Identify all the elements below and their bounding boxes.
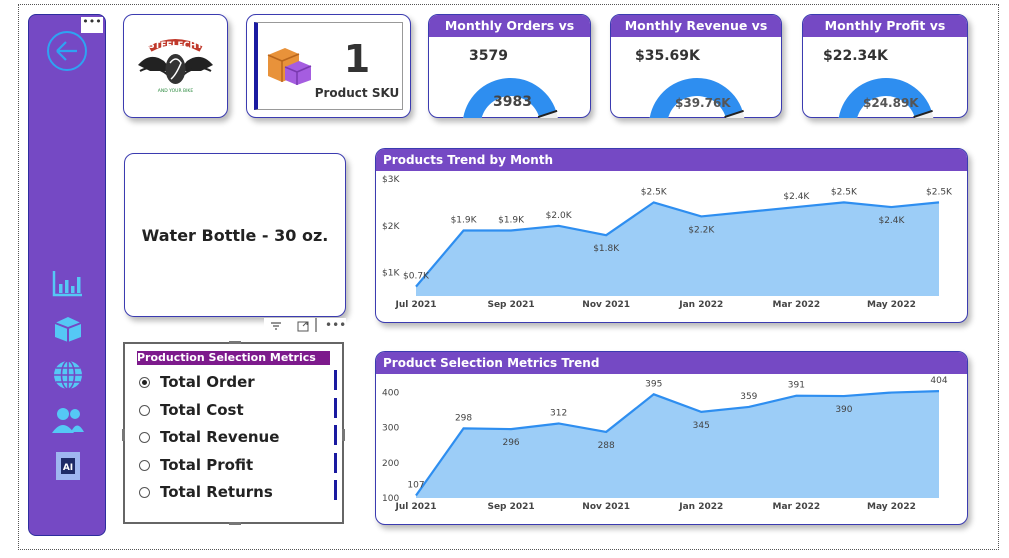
y-tick-label: 400 (382, 389, 399, 399)
svg-text:AI: AI (63, 463, 73, 473)
sku-count: 1 (343, 37, 371, 81)
navigation-sidebar: ••• AI (28, 14, 106, 536)
back-arrow-icon[interactable] (47, 31, 87, 71)
filter-icon[interactable] (270, 320, 282, 335)
globe-icon[interactable] (51, 359, 85, 390)
monthly-revenue-gauge-card: Monthly Revenue vs Target $35.69K $39.76… (610, 14, 782, 118)
focus-mode-icon[interactable] (297, 320, 309, 335)
x-tick-label: Jul 2021 (394, 300, 436, 310)
products-trend-chart-card: Products Trend by Month $0.7K $1.9K $1.9K $… (375, 148, 968, 323)
data-label: 107 (407, 481, 424, 491)
data-label: $0.7K (403, 272, 430, 282)
data-label: 404 (930, 376, 947, 386)
resize-handle[interactable] (122, 429, 125, 441)
y-tick-label: $3K (382, 175, 400, 185)
steelecht-logo: STEELECHT AND YOUR BIKE (138, 39, 213, 94)
data-label: $2.2K (688, 225, 715, 235)
data-label: 395 (645, 379, 662, 389)
radio-icon[interactable] (139, 459, 150, 471)
y-tick-label: 200 (382, 459, 399, 469)
data-label: 288 (598, 441, 615, 451)
data-label: 345 (693, 421, 710, 431)
metric-option-total-revenue[interactable]: Total Revenue (139, 427, 279, 447)
x-tick-label: Nov 2021 (582, 502, 630, 512)
data-label: 359 (740, 392, 757, 402)
package-icon (267, 48, 312, 85)
gauge-target: $24.89K (863, 96, 919, 110)
metric-option-total-cost[interactable]: Total Cost (139, 400, 244, 420)
radio-icon[interactable] (139, 431, 150, 443)
more-options-button[interactable]: ••• (81, 16, 103, 33)
ai-icon[interactable]: AI (51, 450, 85, 480)
products-trend-chart: $0.7K $1.9K $1.9K $2.0K $1.8K $2.5K $2.2K $2.4K… (382, 175, 953, 310)
visual-header-toolbar: ••• (264, 318, 346, 338)
users-icon[interactable] (51, 405, 85, 435)
product-sku-card: 1 Product SKU (246, 14, 411, 118)
bar-chart-icon[interactable] (51, 268, 85, 298)
radio-icon[interactable] (139, 486, 150, 498)
more-options-button[interactable]: ••• (325, 318, 346, 332)
x-tick-label: Nov 2021 (582, 300, 630, 310)
data-label: $2.5K (926, 187, 953, 197)
data-label: 391 (788, 381, 805, 391)
data-label: 390 (835, 405, 852, 415)
y-tick-label: 300 (382, 424, 399, 434)
metrics-trend-chart-card: Product Selection Metrics Trend 107 298 29… (375, 351, 968, 525)
gauge-value: $22.34K (823, 48, 888, 64)
y-tick-label: $1K (382, 269, 400, 279)
resize-handle[interactable] (229, 341, 241, 344)
data-label: 296 (502, 438, 519, 448)
x-tick-label: Jul 2021 (394, 502, 436, 512)
resize-handle[interactable] (342, 429, 345, 441)
metric-option-total-profit[interactable]: Total Profit (139, 455, 253, 475)
gauge-value: $35.69K (635, 48, 700, 64)
box-icon[interactable] (51, 313, 85, 343)
x-tick-label: Jan 2022 (678, 502, 723, 512)
x-tick-label: Jan 2022 (678, 300, 723, 310)
y-tick-label: $2K (382, 222, 400, 232)
gauge-target: 3983 (493, 94, 532, 110)
selected-product-card: Water Bottle - 30 oz. (124, 153, 346, 317)
svg-text:AND YOUR BIKE: AND YOUR BIKE (158, 88, 194, 94)
metric-option-total-order[interactable]: Total Order (139, 372, 255, 392)
monthly-orders-gauge-card: Monthly Orders vs Target 3579 3983 (428, 14, 591, 118)
data-label: $1.8K (593, 244, 620, 254)
gauge-target: $39.76K (675, 96, 731, 110)
radio-icon[interactable] (139, 404, 150, 416)
svg-text:STEELECHT: STEELECHT (149, 41, 203, 51)
resize-handle[interactable] (229, 522, 241, 525)
x-tick-label: Sep 2021 (487, 502, 534, 512)
metrics-trend-chart: 1072982963122883953453593913904041002003… (382, 376, 948, 512)
x-tick-label: May 2022 (867, 502, 916, 512)
radio-selected-icon[interactable] (139, 376, 150, 388)
data-label: $2.5K (831, 187, 858, 197)
x-tick-label: Sep 2021 (487, 300, 534, 310)
data-label: 312 (550, 408, 567, 418)
metric-slicer: Production Selection Metrics Total Order… (122, 341, 345, 525)
gauge-value: 3579 (469, 48, 508, 64)
x-tick-label: Mar 2022 (773, 300, 821, 310)
sku-label: Product SKU (314, 86, 400, 100)
x-tick-label: May 2022 (867, 300, 916, 310)
data-label: $2.4K (878, 216, 905, 226)
data-label: $2.5K (641, 187, 668, 197)
data-label: $2.0K (546, 211, 573, 221)
data-label: 298 (455, 413, 472, 423)
slicer-title: Production Selection Metrics (137, 351, 330, 365)
area-fill (416, 391, 939, 498)
logo-card: STEELECHT AND YOUR BIKE (123, 14, 228, 118)
product-name: Water Bottle - 30 oz. (141, 226, 329, 245)
data-label: $1.9K (498, 215, 525, 225)
data-label: $1.9K (451, 215, 478, 225)
x-tick-label: Mar 2022 (773, 502, 821, 512)
monthly-profit-gauge-card: Monthly Profit vs Target $22.34K $24.89K (802, 14, 968, 118)
area-fill (416, 202, 939, 296)
data-label: $2.4K (783, 192, 810, 202)
metric-option-total-returns[interactable]: Total Returns (139, 482, 273, 502)
